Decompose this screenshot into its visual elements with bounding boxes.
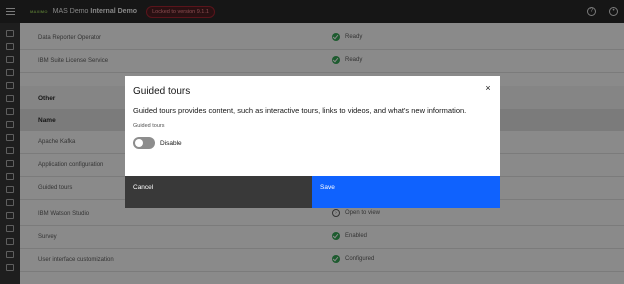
modal-title: Guided tours — [133, 86, 191, 97]
close-icon[interactable]: × — [482, 82, 494, 94]
modal-description: Guided tours provides content, such as i… — [133, 106, 467, 115]
toggle-state-text: Disable — [160, 140, 182, 147]
toggle-label: Guided tours — [133, 123, 165, 129]
save-button[interactable]: Save — [312, 176, 500, 208]
guided-tours-toggle[interactable] — [133, 137, 155, 149]
toggle-knob — [135, 139, 143, 147]
guided-tours-modal: Guided tours × Guided tours provides con… — [125, 76, 500, 208]
cancel-button[interactable]: Cancel — [125, 176, 312, 208]
